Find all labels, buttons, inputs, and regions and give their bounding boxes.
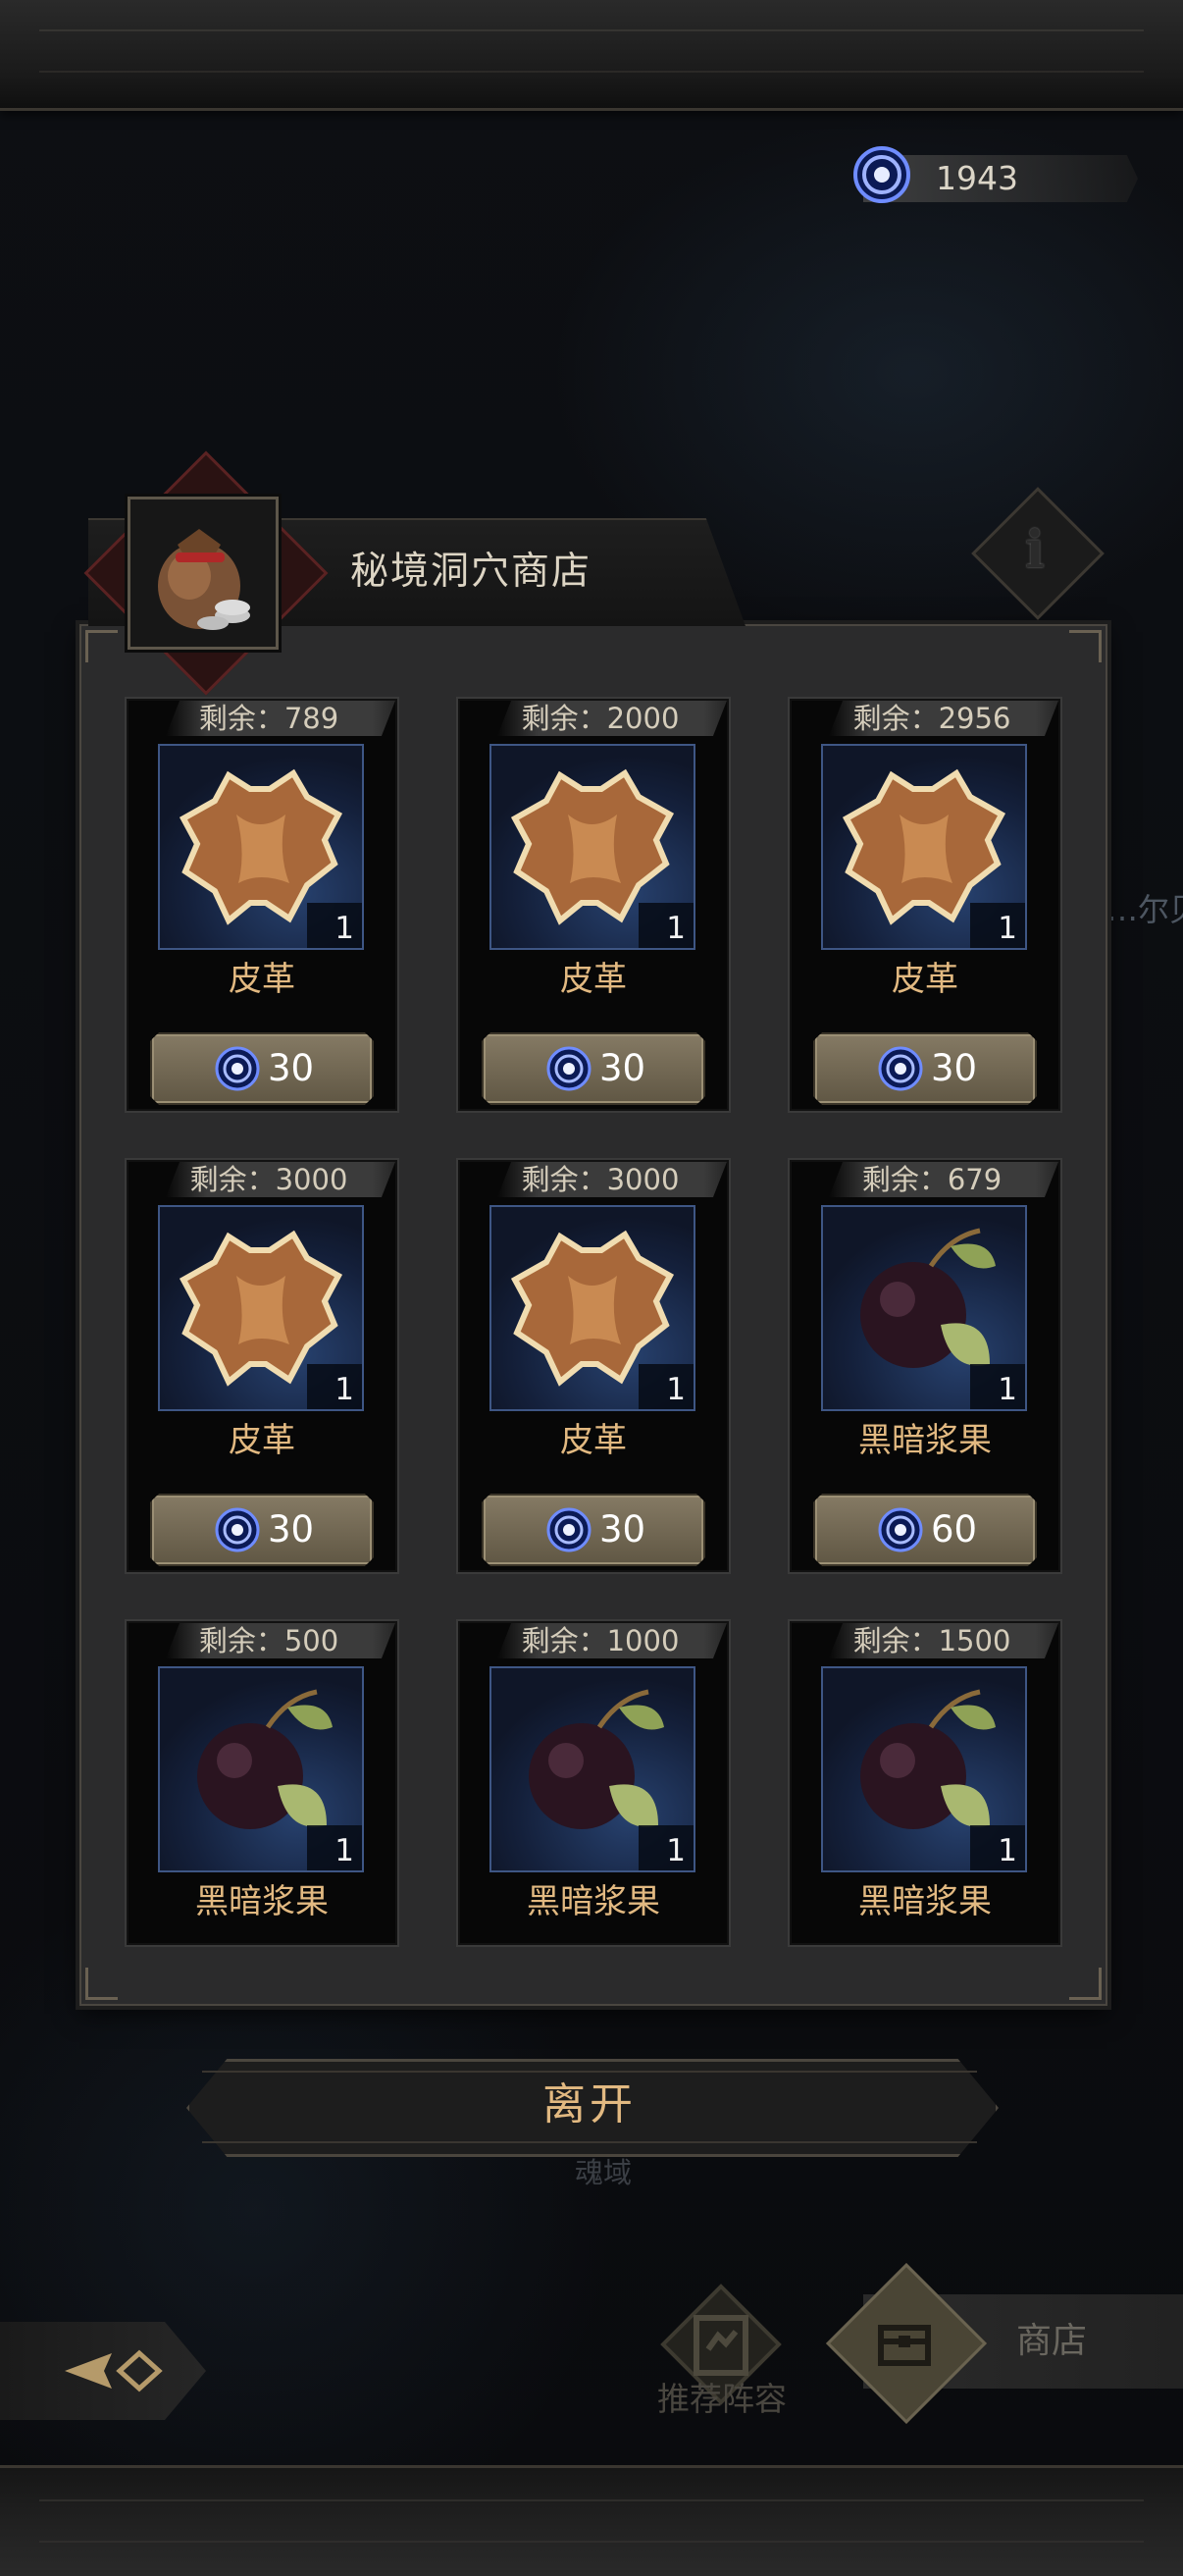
shop-nav-label[interactable]: 商店 [1016,2316,1087,2367]
remaining-stock: 剩余：2000 [521,702,680,735]
soul-gem-icon [853,146,910,203]
background-side-text: …尔贝 [1106,891,1183,928]
item-slot[interactable]: 1 [158,1205,364,1411]
buy-button[interactable]: 30 [482,1032,705,1105]
buy-button[interactable]: 60 [813,1494,1037,1566]
recommend-lineup-label[interactable]: 推荐阵容 [624,2375,820,2424]
item-quantity: 1 [998,911,1017,946]
item-price[interactable]: 30 [931,1034,977,1103]
remaining-stock: 剩余：1000 [521,1624,680,1657]
shop-item-card[interactable]: 剩余：3000 1 皮革 30 [456,1158,731,1574]
item-name: 黑暗浆果 [527,1882,660,1921]
shop-item-card[interactable]: 剩余：3000 1 皮革 30 [125,1158,399,1574]
item-price[interactable]: 30 [599,1496,645,1564]
item-name: 皮革 [560,1421,627,1460]
item-quantity: 1 [334,1833,354,1868]
shop-title: 秘境洞穴商店 [349,550,592,594]
item-name: 黑暗浆果 [858,1882,992,1921]
shop-chest-icon[interactable] [869,2306,940,2377]
soul-gem-icon [876,1044,925,1093]
item-price[interactable]: 60 [931,1496,977,1564]
shop-icon-frame [128,497,279,650]
item-quantity: 1 [666,1833,686,1868]
remaining-stock: 剩余：3000 [521,1163,680,1196]
shop-item-card[interactable]: 剩余：1500 1 黑暗浆果 [788,1619,1062,1947]
remaining-stock: 剩余：2956 [852,702,1011,735]
item-name: 皮革 [560,960,627,999]
item-quantity: 1 [334,911,354,946]
item-slot[interactable]: 1 [489,744,695,950]
remaining-stock: 剩余：679 [861,1163,1003,1196]
shop-item-card[interactable]: 剩余：2956 1 皮革 30 [788,697,1062,1113]
item-name: 皮革 [892,960,958,999]
remaining-stock: 剩余：789 [198,702,339,735]
panel-corner [1069,630,1102,662]
soul-gem-icon [544,1505,593,1554]
soul-gem-icon [213,1044,262,1093]
item-price[interactable]: 30 [268,1496,314,1564]
item-name: 黑暗浆果 [195,1882,329,1921]
item-slot[interactable]: 1 [821,1205,1027,1411]
shop-item-card[interactable]: 剩余：500 1 黑暗浆果 [125,1619,399,1947]
item-name: 皮革 [229,1421,295,1460]
remaining-stock: 剩余：3000 [189,1163,348,1196]
item-slot[interactable]: 1 [489,1666,695,1872]
shop-item-card[interactable]: 剩余：679 1 黑暗浆果 60 [788,1158,1062,1574]
buy-button[interactable]: 30 [150,1032,374,1105]
shop-item-card[interactable]: 剩余：789 1 皮革 30 [125,697,399,1113]
item-slot[interactable]: 1 [821,744,1027,950]
item-quantity: 1 [998,1372,1017,1407]
item-name: 黑暗浆果 [858,1421,992,1460]
soul-gem-icon [213,1505,262,1554]
item-quantity: 1 [666,1372,686,1407]
panel-corner [85,630,118,662]
buy-button[interactable]: 30 [150,1494,374,1566]
buy-button[interactable]: 30 [813,1032,1037,1105]
item-quantity: 1 [666,911,686,946]
info-icon[interactable]: i [991,506,1079,595]
top-frame [0,0,1183,111]
coin-bag-icon [158,529,250,630]
panel-corner [1069,1968,1102,2000]
currency-amount: 1943 [936,159,1018,197]
item-slot[interactable]: 1 [158,744,364,950]
item-slot[interactable]: 1 [489,1205,695,1411]
item-price[interactable]: 30 [268,1034,314,1103]
item-quantity: 1 [998,1833,1017,1868]
item-name: 皮革 [229,960,295,999]
leave-button-label[interactable]: 离开 [186,2059,993,2151]
buy-button[interactable]: 30 [482,1494,705,1566]
panel-corner [85,1968,118,2000]
item-quantity: 1 [334,1372,354,1407]
remaining-stock: 剩余：1500 [852,1624,1011,1657]
remaining-stock: 剩余：500 [198,1624,339,1657]
item-slot[interactable]: 1 [821,1666,1027,1872]
back-arrow-icon[interactable] [63,2345,171,2396]
shop-item-card[interactable]: 剩余：2000 1 皮革 30 [456,697,731,1113]
background-zone-label: 魂域 [574,2156,632,2189]
soul-gem-icon [544,1044,593,1093]
shop-item-card[interactable]: 剩余：1000 1 黑暗浆果 [456,1619,731,1947]
item-price[interactable]: 30 [599,1034,645,1103]
bottom-frame [0,2465,1183,2576]
item-slot[interactable]: 1 [158,1666,364,1872]
soul-gem-icon [876,1505,925,1554]
